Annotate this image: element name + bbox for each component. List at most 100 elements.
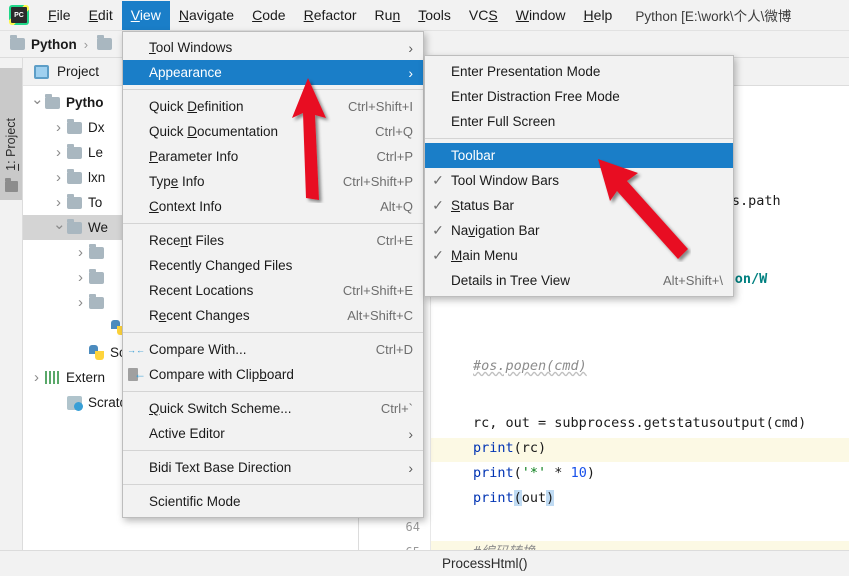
menu-edit[interactable]: Edit: [80, 1, 122, 30]
menu-item-compare-with[interactable]: →← Compare With... Ctrl+D: [123, 337, 423, 362]
menu-item-label: Enter Presentation Mode: [451, 64, 601, 79]
menu-item-quick-definition[interactable]: Quick Definition Ctrl+Shift+I: [123, 94, 423, 119]
menu-item-label: Main Menu: [451, 248, 518, 263]
menu-item-quick-documentation[interactable]: Quick Documentation Ctrl+Q: [123, 119, 423, 144]
pycharm-logo-icon: [9, 5, 29, 25]
breadcrumb-label: Python: [31, 36, 77, 52]
folder-icon: [97, 35, 113, 50]
menu-item-shortcut: Ctrl+E: [376, 233, 413, 248]
menu-item-label: Status Bar: [451, 198, 515, 213]
menu-navigate[interactable]: Navigate: [170, 1, 243, 30]
menu-item-label: Compare with Clipboard: [149, 367, 294, 382]
menu-item-label: Quick Definition: [149, 99, 244, 114]
menu-item-recently-changed-files[interactable]: Recently Changed Files: [123, 253, 423, 278]
python-file-icon: [89, 345, 104, 360]
menu-help[interactable]: Help: [575, 1, 622, 30]
folder-icon: [10, 35, 25, 50]
tree-row-label: lxn: [88, 170, 106, 185]
chevron-right-icon[interactable]: [53, 194, 64, 211]
chevron-right-icon: ›: [408, 425, 413, 442]
menu-view[interactable]: View: [121, 0, 170, 30]
menu-refactor[interactable]: Refactor: [295, 1, 366, 30]
menu-item-label: Enter Distraction Free Mode: [451, 89, 620, 104]
breadcrumb-item-python[interactable]: Python: [0, 35, 77, 52]
chevron-right-icon: ›: [408, 39, 413, 56]
window-title: Python [E:\work\个人\微博: [635, 9, 792, 24]
scratches-icon: [67, 395, 83, 411]
menu-item-label: Recent Changes: [149, 308, 250, 323]
menu-item-label: Enter Full Screen: [451, 114, 556, 129]
menu-item-navigation-bar[interactable]: ✓ Navigation Bar: [425, 218, 733, 243]
menu-item-main-menu[interactable]: ✓ Main Menu: [425, 243, 733, 268]
folder-icon: [89, 293, 104, 309]
pycharm-window: File Edit View Navigate Code Refactor Run Tools…: [0, 0, 849, 576]
chevron-right-icon: ›: [408, 459, 413, 476]
chevron-right-icon[interactable]: [53, 169, 64, 186]
chevron-down-icon[interactable]: [53, 219, 64, 237]
menu-item-label: Active Editor: [149, 426, 225, 441]
chevron-right-icon[interactable]: [75, 269, 86, 286]
menu-label: Run: [374, 6, 401, 23]
menu-label: View: [130, 6, 161, 23]
chevron-right-icon[interactable]: [75, 244, 86, 261]
menu-item-tool-windows[interactable]: Tool Windows ›: [123, 35, 423, 60]
checkmark-icon: ✓: [432, 247, 444, 263]
menu-item-status-bar[interactable]: ✓ Status Bar: [425, 193, 733, 218]
project-icon: [34, 64, 49, 79]
menu-item-recent-locations[interactable]: Recent Locations Ctrl+Shift+E: [123, 278, 423, 303]
chevron-right-icon[interactable]: [31, 369, 42, 386]
status-bar-text: ProcessHtml(): [442, 556, 528, 571]
menu-item-bidi-text-base-direction[interactable]: Bidi Text Base Direction ›: [123, 455, 423, 480]
menu-item-appearance[interactable]: Appearance ›: [123, 60, 423, 85]
menu-item-shortcut: Alt+Q: [380, 199, 413, 214]
chevron-right-icon[interactable]: [53, 144, 64, 161]
checkmark-icon: ✓: [432, 197, 444, 213]
menu-separator: [123, 391, 423, 392]
menu-item-scientific-mode[interactable]: Scientific Mode: [123, 489, 423, 514]
menu-item-compare-with-clipboard[interactable]: Compare with Clipboard: [123, 362, 423, 387]
menu-item-tool-window-bars[interactable]: ✓ Tool Window Bars: [425, 168, 733, 193]
chevron-right-icon[interactable]: [75, 294, 86, 311]
menu-item-toolbar[interactable]: Toolbar: [425, 143, 733, 168]
menu-separator: [123, 223, 423, 224]
folder-icon: [67, 118, 82, 134]
menu-item-context-info[interactable]: Context Info Alt+Q: [123, 194, 423, 219]
folder-icon: [89, 268, 104, 284]
menu-run[interactable]: Run: [366, 1, 410, 30]
menu-item-details-in-tree-view[interactable]: Details in Tree View Alt+Shift+\: [425, 268, 733, 293]
appearance-submenu: Enter Presentation Mode Enter Distraction…: [424, 55, 734, 297]
project-stripe-label: 1: Project: [4, 117, 18, 171]
menu-item-enter-presentation-mode[interactable]: Enter Presentation Mode: [425, 59, 733, 84]
tree-row-label: Extern: [66, 370, 106, 385]
folder-icon: [67, 143, 82, 159]
menu-item-parameter-info[interactable]: Parameter Info Ctrl+P: [123, 144, 423, 169]
menu-file[interactable]: File: [39, 1, 80, 30]
menu-label: Edit: [88, 6, 113, 23]
menu-item-shortcut: Alt+Shift+\: [663, 273, 723, 288]
menu-item-shortcut: Ctrl+Q: [375, 124, 413, 139]
chevron-right-icon[interactable]: [53, 119, 64, 136]
menu-item-label: Appearance: [149, 65, 222, 80]
sidebar-item-project[interactable]: 1: Project: [0, 68, 22, 200]
checkmark-icon: ✓: [432, 222, 444, 238]
menu-tools[interactable]: Tools: [409, 1, 460, 30]
menu-item-recent-files[interactable]: Recent Files Ctrl+E: [123, 228, 423, 253]
menu-item-active-editor[interactable]: Active Editor ›: [123, 421, 423, 446]
folder-icon: [45, 93, 60, 109]
menu-label: File: [48, 6, 71, 23]
menu-item-shortcut: Ctrl+P: [376, 149, 413, 164]
menu-window[interactable]: Window: [507, 1, 575, 30]
menu-item-recent-changes[interactable]: Recent Changes Alt+Shift+C: [123, 303, 423, 328]
menu-vcs[interactable]: VCS: [460, 1, 507, 30]
checkmark-icon: ✓: [432, 172, 444, 188]
menu-item-label: Quick Documentation: [149, 124, 279, 139]
menu-item-enter-full-screen[interactable]: Enter Full Screen: [425, 109, 733, 134]
chevron-down-icon[interactable]: [31, 94, 42, 112]
code-line-1: rc, out = subprocess.getstatusoutput(cmd…: [473, 415, 807, 431]
menu-item-enter-distraction-free-mode[interactable]: Enter Distraction Free Mode: [425, 84, 733, 109]
code-line-3: print('*' * 10): [473, 465, 595, 481]
menu-item-quick-switch-scheme[interactable]: Quick Switch Scheme... Ctrl+`: [123, 396, 423, 421]
menu-code[interactable]: Code: [243, 1, 294, 30]
menu-item-type-info[interactable]: Type Info Ctrl+Shift+P: [123, 169, 423, 194]
menu-item-label: Recent Files: [149, 233, 225, 248]
